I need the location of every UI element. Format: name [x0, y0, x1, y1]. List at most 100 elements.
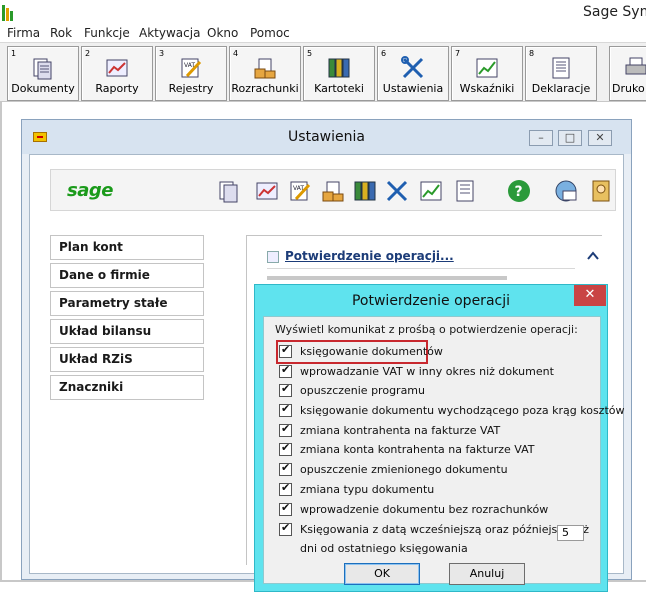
- vat-registers-icon[interactable]: VAT: [288, 179, 312, 203]
- app-titlebar: Sage Sym: [0, 0, 646, 26]
- nav-plan-kont[interactable]: Plan kont: [50, 235, 204, 260]
- toolbar-rejestry-button[interactable]: 3 VAT Rejestry: [155, 46, 227, 101]
- help-icon[interactable]: ?: [507, 179, 531, 203]
- arrow-link-icon: [267, 251, 279, 263]
- documents-icon[interactable]: [217, 179, 241, 203]
- menu-funkcje[interactable]: Funkcje: [84, 26, 130, 40]
- toolbar-button-label: Ustawienia: [382, 82, 444, 95]
- toolbar-button-label: Rozrachunki: [231, 82, 299, 95]
- settlements-icon: [254, 58, 276, 79]
- nav-dane-o-firmie[interactable]: Dane o firmie: [50, 263, 204, 288]
- checkbox[interactable]: [279, 402, 292, 417]
- contacts-icon[interactable]: [589, 179, 613, 203]
- binders-icon[interactable]: [353, 179, 377, 203]
- checkbox[interactable]: [279, 363, 292, 378]
- toolbar-button-label: Wskaźniki: [459, 82, 515, 95]
- checkbox[interactable]: [279, 343, 292, 358]
- menu-rok[interactable]: Rok: [50, 26, 72, 40]
- minimize-button[interactable]: –: [529, 130, 553, 146]
- app-title: Sage Sym: [583, 4, 646, 20]
- confirmation-dialog: Potwierdzenie operacji ✕ Wyświetl komuni…: [254, 284, 624, 592]
- menubar: Firma Rok Funkcje Aktywacja Okno Pomoc: [0, 26, 646, 42]
- toolbar-raporty-button[interactable]: 2 Raporty: [81, 46, 153, 101]
- option-label: opuszczenie programu: [300, 384, 425, 397]
- sage-toolbar: sage VAT ?: [50, 169, 616, 211]
- option-label: zmiana kontrahenta na fakturze VAT: [300, 424, 501, 437]
- menu-okno[interactable]: Okno: [207, 26, 238, 40]
- toolbar-shortcut-number: 8: [529, 49, 535, 58]
- reports-icon[interactable]: [255, 179, 279, 203]
- dialog-close-button[interactable]: ✕: [574, 285, 606, 306]
- ok-button[interactable]: OK: [344, 563, 420, 585]
- toolbar-deklaracje-button[interactable]: 8 Deklaracje: [525, 46, 597, 101]
- checkbox[interactable]: [279, 501, 292, 516]
- checkbox[interactable]: [279, 461, 292, 476]
- cancel-button[interactable]: Anuluj: [449, 563, 525, 585]
- tools-icon[interactable]: [385, 179, 409, 203]
- close-button[interactable]: ✕: [588, 130, 612, 146]
- toolbar-wskazniki-button[interactable]: 7 Wskaźniki: [451, 46, 523, 101]
- option-label: księgowanie dokumentu wychodzącego poza …: [300, 404, 625, 417]
- checkbox[interactable]: [279, 441, 292, 456]
- toolbar-rozrachunki-button[interactable]: 4 Rozrachunki: [229, 46, 301, 101]
- vat-registers-icon: VAT: [181, 58, 202, 78]
- toolbar-shortcut-number: 2: [85, 49, 91, 58]
- checkbox[interactable]: [279, 481, 292, 496]
- reports-icon: [106, 59, 128, 77]
- toolbar-shortcut-number: 3: [159, 49, 165, 58]
- menu-firma[interactable]: Firma: [7, 26, 40, 40]
- nav-znaczniki[interactable]: Znaczniki: [50, 375, 204, 400]
- toolbar-button-label: Kartoteki: [314, 82, 364, 95]
- toolbar-button-label: Raporty: [95, 82, 139, 95]
- confirmation-link[interactable]: Potwierdzenie operacji...: [285, 249, 454, 263]
- toolbar-button-label: Dokumenty: [11, 82, 75, 95]
- option-label: zmiana typu dokumentu: [300, 483, 435, 496]
- days-suffix-label: dni od ostatniego księgowania: [300, 542, 468, 555]
- days-input[interactable]: 5: [557, 525, 584, 541]
- app-icon: [2, 5, 14, 21]
- toolbar-kartoteki-button[interactable]: 5 Kartoteki: [303, 46, 375, 101]
- nav-uklad-rzis[interactable]: Układ RZiS: [50, 347, 204, 372]
- toolbar-drukowanie-button[interactable]: Druko: [609, 46, 646, 101]
- dialog-body: Wyświetl komunikat z prośbą o potwierdze…: [263, 316, 624, 585]
- declarations-icon: [552, 57, 570, 79]
- toolbar-shortcut-number: 5: [307, 49, 313, 58]
- checkbox[interactable]: [279, 422, 292, 437]
- svg-text:?: ?: [515, 184, 523, 200]
- dialog-prompt: Wyświetl komunikat z prośbą o potwierdze…: [275, 323, 578, 336]
- checkbox[interactable]: [279, 382, 292, 397]
- toolbar-ustawienia-button[interactable]: 6 Ustawienia: [377, 46, 449, 101]
- menu-pomoc[interactable]: Pomoc: [250, 26, 290, 40]
- menu-aktywacja[interactable]: Aktywacja: [139, 26, 200, 40]
- mail-globe-icon[interactable]: [554, 179, 578, 203]
- chevron-up-icon[interactable]: [587, 250, 599, 262]
- divider: [267, 268, 575, 269]
- option-label: wprowadzanie VAT w inny okres niż dokume…: [300, 365, 554, 378]
- toolbar-shortcut-number: 7: [455, 49, 461, 58]
- maximize-button[interactable]: □: [558, 130, 582, 146]
- toolbar-button-label: Deklaracje: [531, 82, 591, 95]
- toolbar-shortcut-number: 4: [233, 49, 239, 58]
- settlements-icon[interactable]: [321, 179, 345, 203]
- option-label: opuszczenie zmienionego dokumentu: [300, 463, 508, 476]
- toolbar-shortcut-number: 6: [381, 49, 387, 58]
- printer-icon: [625, 57, 646, 75]
- option-label: Księgowania z datą wcześniejszą oraz póź…: [300, 523, 590, 536]
- documents-icon: [33, 58, 52, 80]
- toolbar-button-label: Rejestry: [168, 82, 214, 95]
- chart-icon: [476, 58, 498, 78]
- toolbar-dokumenty-button[interactable]: 1 Dokumenty: [7, 46, 79, 101]
- toolbar-button-label: Druko: [612, 82, 645, 95]
- nav-parametry-stale[interactable]: Parametry stałe: [50, 291, 204, 316]
- option-label: wprowadzenie dokumentu bez rozrachunków: [300, 503, 549, 516]
- option-label: księgowanie dokumentów: [300, 345, 443, 358]
- settings-window-titlebar[interactable]: Ustawienia – □ ✕: [22, 120, 631, 154]
- binders-icon: [328, 58, 350, 78]
- dialog-title: Potwierdzenie operacji: [351, 293, 510, 309]
- chart-icon[interactable]: [419, 179, 443, 203]
- toolbar-shortcut-number: 1: [11, 49, 17, 58]
- declarations-icon[interactable]: [453, 179, 477, 203]
- nav-uklad-bilansu[interactable]: Układ bilansu: [50, 319, 204, 344]
- checkbox[interactable]: [279, 521, 292, 536]
- main-toolbar: 1 Dokumenty 2 Raporty 3 VAT Rejestry 4 R…: [0, 42, 646, 102]
